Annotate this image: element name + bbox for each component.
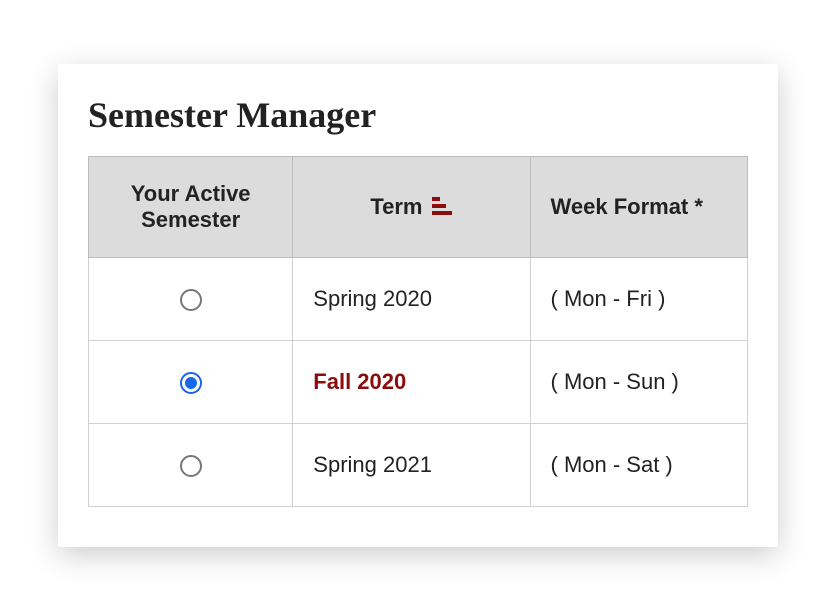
radio-cell — [89, 341, 293, 424]
term-cell: Spring 2021 — [293, 424, 530, 507]
radio-button[interactable] — [180, 289, 202, 311]
semester-table: Your Active Semester Term Week Format * — [88, 156, 748, 507]
radio-button[interactable] — [180, 455, 202, 477]
week-cell: ( Mon - Sat ) — [530, 424, 747, 507]
column-header-term[interactable]: Term — [293, 157, 530, 258]
table-header-row: Your Active Semester Term Week Format * — [89, 157, 748, 258]
term-cell: Fall 2020 — [293, 341, 530, 424]
semester-manager-card: Semester Manager Your Active Semester Te… — [58, 64, 778, 547]
radio-button[interactable] — [180, 372, 202, 394]
column-header-week: Week Format * — [530, 157, 747, 258]
column-header-active: Your Active Semester — [89, 157, 293, 258]
week-cell: ( Mon - Fri ) — [530, 258, 747, 341]
term-cell: Spring 2020 — [293, 258, 530, 341]
radio-cell — [89, 424, 293, 507]
sort-icon — [432, 197, 452, 218]
table-row: Fall 2020 ( Mon - Sun ) — [89, 341, 748, 424]
table-row: Spring 2021 ( Mon - Sat ) — [89, 424, 748, 507]
table-row: Spring 2020 ( Mon - Fri ) — [89, 258, 748, 341]
radio-cell — [89, 258, 293, 341]
column-header-term-label: Term — [370, 194, 422, 220]
page-title: Semester Manager — [88, 94, 748, 136]
week-cell: ( Mon - Sun ) — [530, 341, 747, 424]
